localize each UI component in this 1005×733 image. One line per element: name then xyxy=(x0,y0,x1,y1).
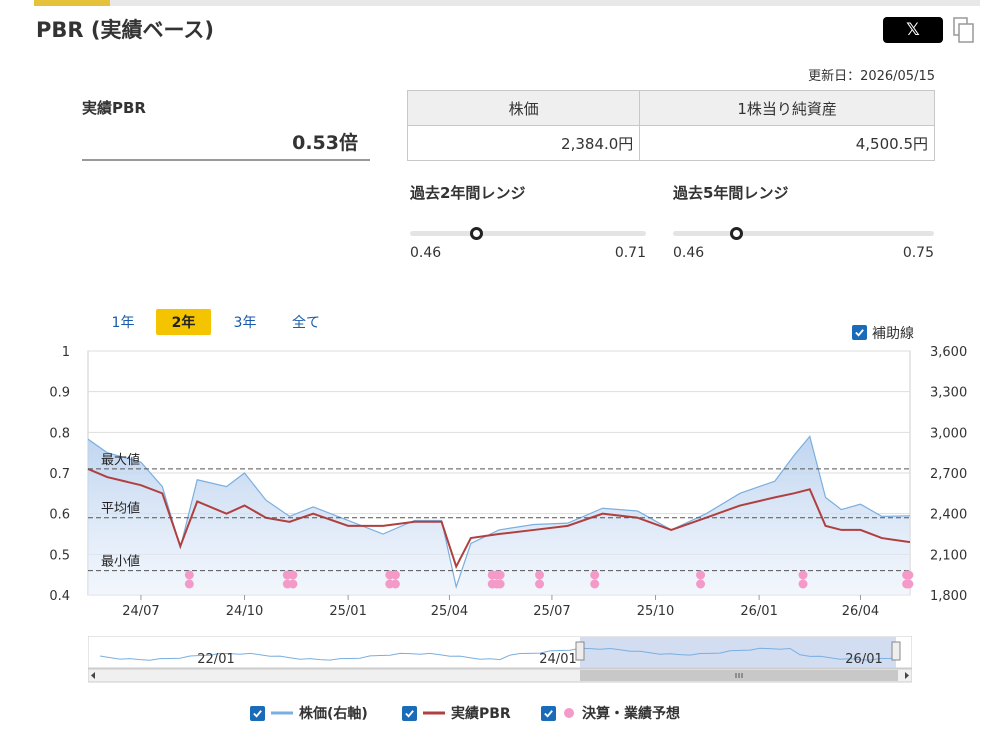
event-dot xyxy=(535,579,545,589)
x-tick-label: 24/07 xyxy=(122,604,159,619)
reference-label: 最小値 xyxy=(101,554,140,570)
legend-price-label: 株価(右軸) xyxy=(299,706,368,722)
event-dot xyxy=(390,570,400,580)
page-title: PBR (実績ベース) xyxy=(36,18,215,42)
range-5y-track xyxy=(673,231,934,236)
right-axis-tick: 3,600 xyxy=(930,345,967,360)
x-tick-label: 26/04 xyxy=(842,604,879,619)
share-x-button[interactable]: 𝕏 xyxy=(883,17,943,43)
left-axis-tick: 1 xyxy=(62,345,70,360)
top-divider-accent xyxy=(34,0,110,6)
price-bps-table: 株価 1株当り純資産 2,384.0円 4,500.5円 xyxy=(406,90,935,161)
legend-price[interactable]: 株価(右軸) xyxy=(250,703,368,723)
left-axis-tick: 0.6 xyxy=(49,508,70,523)
legend-price-swatch xyxy=(271,711,293,715)
event-dot xyxy=(904,570,914,580)
legend-pbr[interactable]: 実績PBR xyxy=(402,703,511,723)
navigator-handle-right xyxy=(891,641,901,661)
period-2y[interactable]: 2年 xyxy=(156,309,211,335)
navigator-handle-left xyxy=(575,641,585,661)
event-dot xyxy=(798,579,808,589)
x-tick-label: 25/10 xyxy=(637,604,674,619)
event-dot xyxy=(590,579,600,589)
event-dot xyxy=(390,579,400,589)
legend-pbr-label: 実績PBR xyxy=(451,706,511,722)
event-dot xyxy=(904,579,914,589)
left-axis-tick: 0.7 xyxy=(49,467,70,482)
updated-date: 更新日：2026/05/15 xyxy=(808,69,935,84)
right-axis-tick: 1,800 xyxy=(930,589,967,604)
event-dot xyxy=(184,579,194,589)
event-dot xyxy=(590,570,600,580)
legend-pbr-checkbox[interactable] xyxy=(402,705,417,721)
pbr-chart: 1 3,600 0.9 3,300 0.8 3,000 0.7 2,700 0.6 2,400 0.… xyxy=(49,345,967,619)
pbr-label: 実績PBR xyxy=(82,99,146,117)
price-header: 株価 xyxy=(406,90,641,126)
x-tick-label: 25/01 xyxy=(329,604,366,619)
legend-events-swatch xyxy=(564,708,574,718)
right-axis-tick: 2,100 xyxy=(930,548,967,563)
period-3y[interactable]: 3年 xyxy=(225,309,265,335)
event-dot xyxy=(535,570,545,580)
copy-icon[interactable] xyxy=(953,17,975,43)
check-icon xyxy=(405,709,414,718)
bps-header: 1株当り純資産 xyxy=(639,90,935,126)
right-axis-tick: 2,700 xyxy=(930,467,967,482)
legend-events-checkbox[interactable] xyxy=(541,705,556,721)
legend-price-checkbox[interactable] xyxy=(250,705,265,721)
right-axis-tick: 2,400 xyxy=(930,508,967,523)
x-tick-label: 26/01 xyxy=(740,604,777,619)
event-dot xyxy=(696,579,706,589)
x-tick-label: 25/04 xyxy=(431,604,468,619)
price-value: 2,384.0円 xyxy=(406,125,641,161)
aux-line-checkbox[interactable] xyxy=(852,325,867,340)
left-axis-tick: 0.4 xyxy=(49,589,70,604)
x-tick-label: 25/07 xyxy=(533,604,570,619)
event-dot xyxy=(798,570,808,580)
check-icon xyxy=(544,709,553,718)
period-1y[interactable]: 1年 xyxy=(104,309,142,335)
legend-pbr-swatch xyxy=(423,711,445,715)
left-axis-tick: 0.8 xyxy=(49,426,70,441)
legend-events-label: 決算・業績予想 xyxy=(582,706,680,722)
range-5y-knob xyxy=(730,227,743,240)
range-5y-title: 過去5年間レンジ xyxy=(673,184,789,202)
right-axis-tick: 3,300 xyxy=(930,386,967,401)
range-5y-max: 0.75 xyxy=(902,245,934,261)
range-2y-max: 0.71 xyxy=(614,245,646,261)
left-axis-tick: 0.5 xyxy=(49,548,70,563)
check-icon xyxy=(855,329,864,337)
x-tick-label: 24/10 xyxy=(226,604,263,619)
navigator-label: 22/01 xyxy=(197,652,234,667)
legend-events[interactable]: 決算・業績予想 xyxy=(541,703,680,723)
navigator-label: 26/01 xyxy=(845,652,882,667)
top-divider xyxy=(34,0,980,6)
range-5y-min: 0.46 xyxy=(673,245,705,261)
pbr-value: 0.53倍 xyxy=(292,132,358,154)
event-dot xyxy=(495,570,505,580)
x-logo-icon: 𝕏 xyxy=(906,20,920,40)
event-dot xyxy=(495,579,505,589)
left-axis-tick: 0.9 xyxy=(49,386,70,401)
event-dot xyxy=(288,579,298,589)
range-2y-track xyxy=(410,231,646,236)
right-axis-tick: 3,000 xyxy=(930,426,967,441)
reference-label: 平均値 xyxy=(101,501,140,517)
event-dot xyxy=(184,570,194,580)
reference-label: 最大値 xyxy=(101,452,140,468)
pbr-underline xyxy=(82,159,370,161)
range-2y-knob xyxy=(470,227,484,240)
range-2y-min: 0.46 xyxy=(410,245,442,261)
chart-navigator[interactable]: 22/01 24/01 26/01 xyxy=(88,636,912,684)
navigator-label: 24/01 xyxy=(539,652,576,667)
event-dot xyxy=(288,570,298,580)
period-all[interactable]: 全て xyxy=(282,309,330,335)
bps-value: 4,500.5円 xyxy=(639,125,935,161)
check-icon xyxy=(253,709,262,718)
event-dot xyxy=(696,570,706,580)
range-2y-title: 過去2年間レンジ xyxy=(410,184,526,202)
